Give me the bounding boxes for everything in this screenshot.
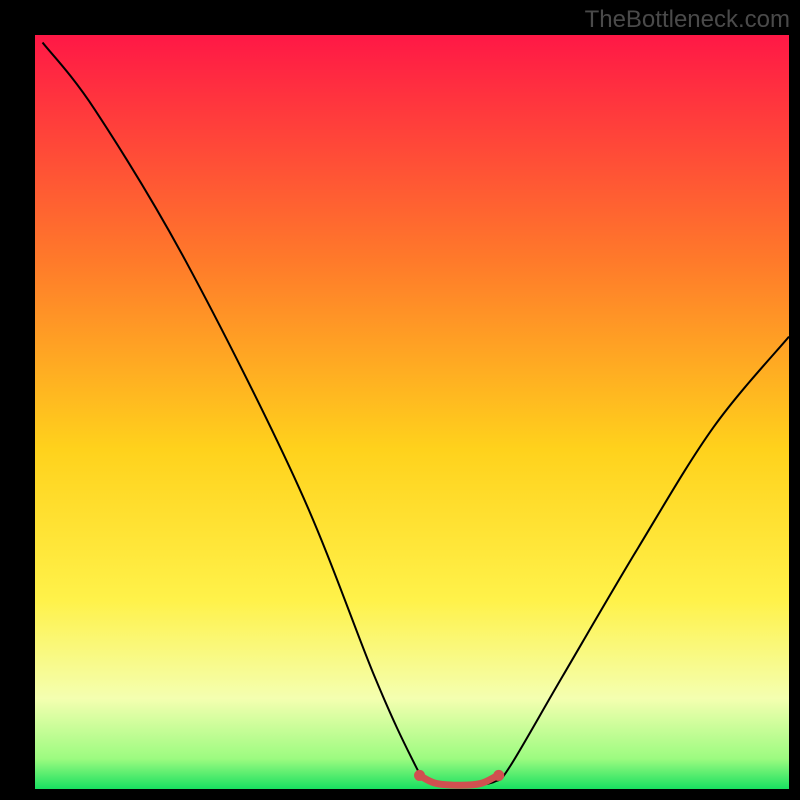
bottleneck-chart: TheBottleneck.com [0, 0, 800, 800]
plot-area [35, 35, 789, 789]
watermark-text: TheBottleneck.com [585, 6, 790, 34]
chart-svg [0, 0, 800, 800]
